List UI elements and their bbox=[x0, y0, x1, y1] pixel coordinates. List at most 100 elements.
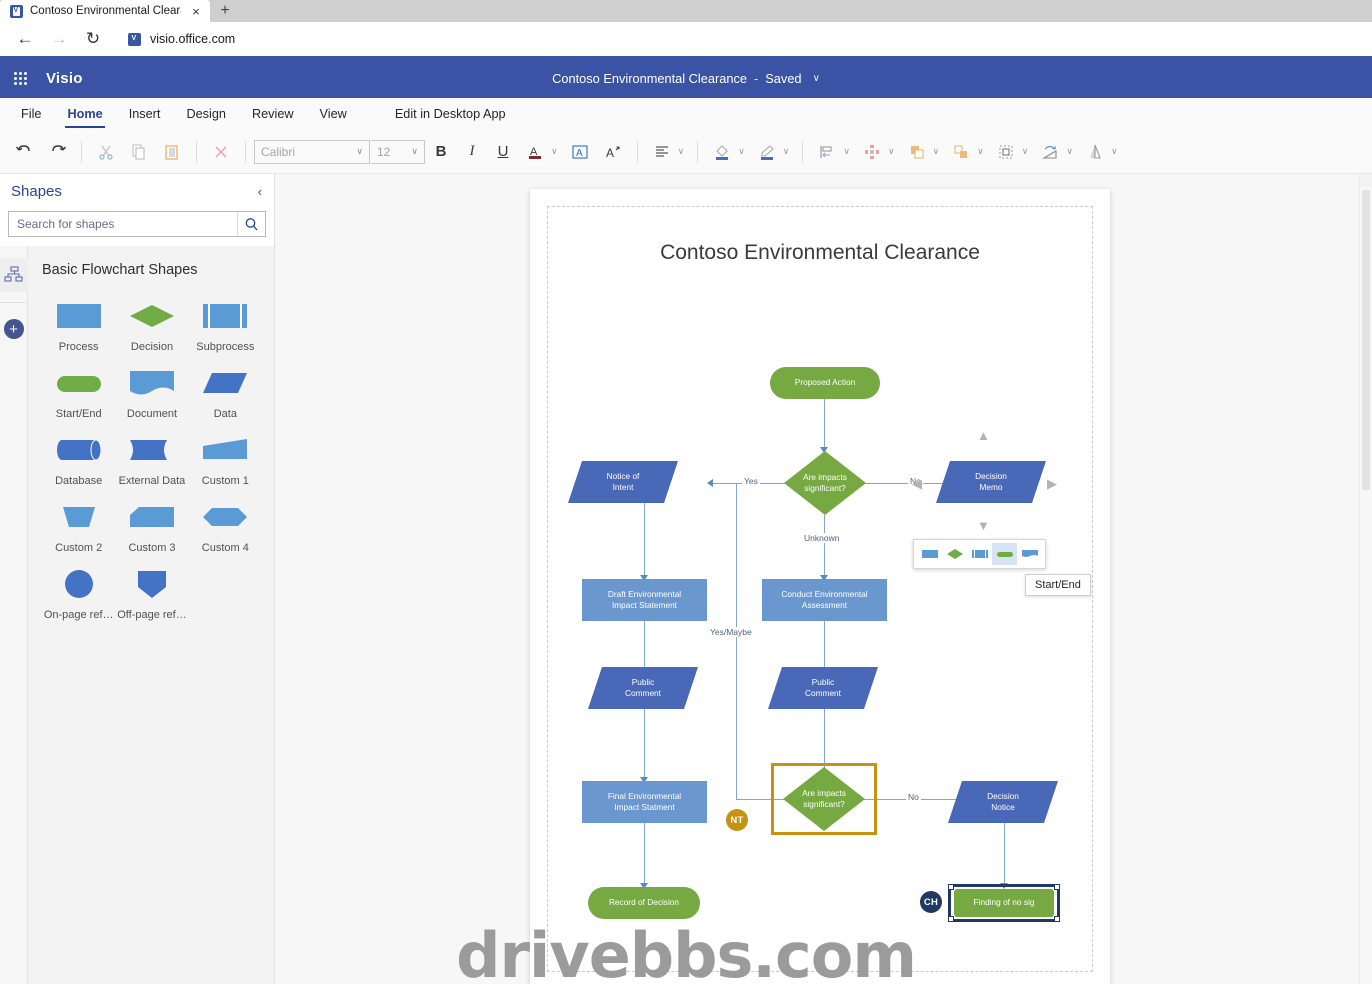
mini-shape-toolbar[interactable] bbox=[913, 539, 1046, 569]
connector[interactable] bbox=[1004, 821, 1005, 887]
address-bar[interactable]: visio.office.com bbox=[118, 26, 1362, 52]
node-decision-impacts-1[interactable]: Are impacts significant? bbox=[784, 451, 866, 515]
clear-formatting-icon[interactable]: A bbox=[597, 136, 629, 168]
fill-color-button[interactable]: ∨ bbox=[706, 136, 750, 168]
text-box-icon[interactable]: A bbox=[564, 136, 596, 168]
new-tab-button[interactable]: + bbox=[210, 0, 240, 22]
shape-item-off-page-reference[interactable]: Off-page ref… bbox=[115, 562, 188, 621]
italic-button[interactable]: I bbox=[457, 137, 487, 167]
bring-forward-button[interactable]: ∨ bbox=[901, 136, 945, 168]
quick-connect-right-icon[interactable]: ▶ bbox=[1047, 477, 1057, 490]
shape-item-database[interactable]: Database bbox=[42, 428, 115, 487]
shape-item-custom-3[interactable]: Custom 3 bbox=[115, 495, 188, 554]
diagram-title[interactable]: Contoso Environmental Clearance bbox=[530, 241, 1110, 265]
tab-review[interactable]: Review bbox=[239, 98, 307, 130]
tab-file[interactable]: File bbox=[8, 98, 54, 130]
node-decision-memo[interactable]: Decision Memo bbox=[936, 461, 1046, 503]
quick-connect-left-icon[interactable]: ◀ bbox=[912, 477, 922, 490]
shape-item-custom-4[interactable]: Custom 4 bbox=[189, 495, 262, 554]
search-input[interactable] bbox=[9, 212, 237, 236]
add-stencil-button[interactable]: + bbox=[4, 319, 24, 339]
close-icon[interactable]: × bbox=[188, 3, 204, 19]
node-public-comment-1[interactable]: Public Comment bbox=[588, 667, 698, 709]
node-proposed-action[interactable]: Proposed Action bbox=[770, 367, 880, 399]
quick-connect-down-icon[interactable]: ▼ bbox=[977, 519, 990, 532]
node-public-comment-2[interactable]: Public Comment bbox=[768, 667, 878, 709]
position-button[interactable]: ∨ bbox=[856, 136, 900, 168]
shape-item-decision[interactable]: Decision bbox=[115, 294, 188, 353]
divider bbox=[637, 141, 638, 163]
mini-shape-start-end[interactable] bbox=[992, 543, 1017, 565]
resize-handle[interactable] bbox=[1054, 884, 1060, 890]
app-launcher-button[interactable] bbox=[0, 58, 40, 98]
flip-button[interactable]: ∨ bbox=[1079, 136, 1123, 168]
resize-handle[interactable] bbox=[948, 884, 954, 890]
connector[interactable] bbox=[824, 515, 825, 579]
mini-shape-document[interactable] bbox=[1017, 543, 1042, 565]
node-decision-notice[interactable]: Decision Notice bbox=[948, 781, 1058, 823]
app-name[interactable]: Visio bbox=[46, 70, 83, 87]
database-shape-icon bbox=[57, 428, 101, 472]
font-size-select[interactable]: 12 ∨ bbox=[371, 140, 425, 164]
tab-view[interactable]: View bbox=[307, 98, 360, 130]
avatar-nt[interactable]: NT bbox=[726, 809, 748, 831]
connector[interactable] bbox=[736, 483, 737, 799]
shape-item-document[interactable]: Document bbox=[115, 361, 188, 420]
scrollbar-thumb[interactable] bbox=[1362, 190, 1370, 490]
chevron-left-icon[interactable]: ‹ bbox=[258, 184, 262, 199]
send-backward-button[interactable]: ∨ bbox=[945, 136, 989, 168]
mini-shape-subprocess[interactable] bbox=[967, 543, 992, 565]
line-color-button[interactable]: ∨ bbox=[751, 136, 795, 168]
bold-button[interactable]: B bbox=[426, 137, 456, 167]
shape-item-start-end[interactable]: Start/End bbox=[42, 361, 115, 420]
redo-icon[interactable] bbox=[41, 136, 73, 168]
chevron-down-icon[interactable]: ∨ bbox=[813, 73, 820, 84]
reload-icon[interactable]: ↻ bbox=[78, 24, 108, 54]
mini-shape-process[interactable] bbox=[917, 543, 942, 565]
connector[interactable] bbox=[644, 503, 645, 579]
shape-item-process[interactable]: Process bbox=[42, 294, 115, 353]
vertical-scrollbar[interactable] bbox=[1359, 174, 1372, 984]
browser-tab[interactable]: Contoso Environmental Clearanc × bbox=[0, 0, 210, 22]
underline-button[interactable]: U bbox=[488, 137, 518, 167]
shapes-search-box[interactable] bbox=[8, 211, 266, 237]
node-record-of-decision[interactable]: Record of Decision bbox=[588, 887, 700, 919]
tab-design[interactable]: Design bbox=[173, 98, 239, 130]
connector[interactable] bbox=[644, 821, 645, 887]
stencil-basic-flowchart-button[interactable] bbox=[0, 258, 28, 292]
shape-item-on-page-reference[interactable]: On-page ref… bbox=[42, 562, 115, 621]
node-final-eis[interactable]: Final Environmental Impact Statment bbox=[582, 781, 707, 823]
mini-shape-decision[interactable] bbox=[942, 543, 967, 565]
shape-item-external-data[interactable]: External Data bbox=[115, 428, 188, 487]
shape-item-data[interactable]: Data bbox=[189, 361, 262, 420]
tab-insert[interactable]: Insert bbox=[116, 98, 174, 130]
group-button[interactable]: ∨ bbox=[990, 136, 1034, 168]
page-sheet[interactable]: Contoso Environmental Clearance bbox=[530, 189, 1110, 984]
shape-item-custom-2[interactable]: Custom 2 bbox=[42, 495, 115, 554]
diagram-canvas[interactable]: Contoso Environmental Clearance bbox=[275, 174, 1372, 984]
connector[interactable] bbox=[644, 709, 645, 781]
back-arrow-icon[interactable]: ← bbox=[10, 24, 40, 54]
resize-handle[interactable] bbox=[948, 916, 954, 922]
node-notice-of-intent[interactable]: Notice of Intent bbox=[568, 461, 678, 503]
font-color-button[interactable]: A ∨ bbox=[519, 136, 563, 168]
tab-home[interactable]: Home bbox=[54, 98, 115, 130]
resize-handle[interactable] bbox=[1054, 916, 1060, 922]
search-button[interactable] bbox=[237, 212, 265, 236]
quick-connect-up-icon[interactable]: ▲ bbox=[977, 429, 990, 442]
node-conduct-ea[interactable]: Conduct Environmental Assessment bbox=[762, 579, 887, 621]
scroll-up-button[interactable] bbox=[1360, 174, 1372, 187]
document-title[interactable]: Contoso Environmental Clearance bbox=[552, 71, 747, 86]
edit-in-desktop-app-link[interactable]: Edit in Desktop App bbox=[382, 98, 519, 130]
font-name-select[interactable]: Calibri ∨ bbox=[254, 140, 370, 164]
align-text-button[interactable]: ∨ bbox=[646, 136, 690, 168]
align-shapes-button[interactable]: ∨ bbox=[811, 136, 855, 168]
node-draft-eis[interactable]: Draft Environmental Impact Statement bbox=[582, 579, 707, 621]
connector[interactable] bbox=[824, 399, 825, 451]
undo-icon[interactable] bbox=[8, 136, 40, 168]
shape-item-custom-1[interactable]: Custom 1 bbox=[189, 428, 262, 487]
shape-item-subprocess[interactable]: Subprocess bbox=[189, 294, 262, 353]
rotate-button[interactable]: ∨ bbox=[1034, 136, 1078, 168]
cut-icon bbox=[90, 136, 122, 168]
avatar-ch[interactable]: CH bbox=[920, 891, 942, 913]
